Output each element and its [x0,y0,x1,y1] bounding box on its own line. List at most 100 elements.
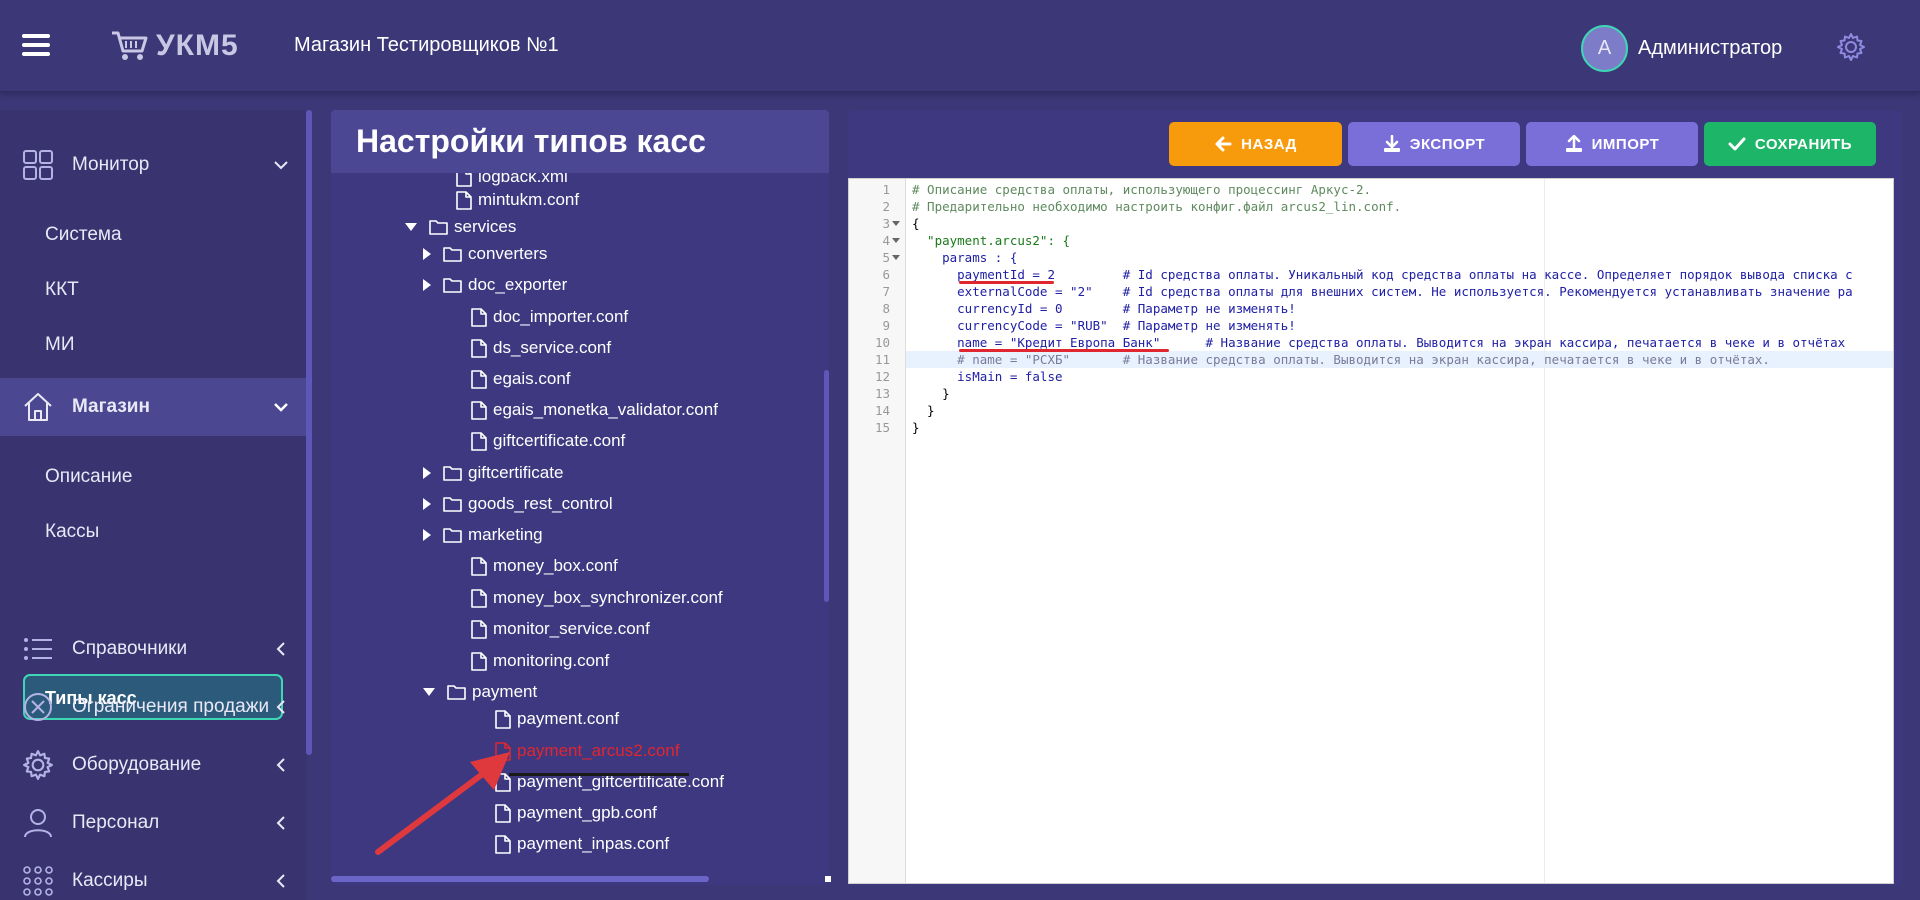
code-line: } [912,403,935,418]
fold-arrow-icon[interactable] [892,221,900,226]
folder-icon [443,247,462,262]
code-line: "payment.arcus2": { [912,233,1071,248]
tree-file[interactable]: payment.conf [495,707,619,731]
sidebar-scrollbar[interactable] [306,110,312,755]
sidebar: Монитор Система ККТ МИ Магазин Описание … [0,110,307,900]
person-icon [24,809,52,838]
tree-folder[interactable]: services [405,215,516,239]
expand-triangle-icon[interactable] [423,279,431,291]
tree-file[interactable]: money_box.conf [471,554,618,578]
code-line: # Описание средства оплаты, использующег… [912,182,1372,197]
tree-node-label: mintukm.conf [478,190,580,209]
tree-folder[interactable]: converters [423,242,547,266]
save-button-label: СОХРАНИТЬ [1754,135,1853,153]
sidebar-item-directories[interactable]: Справочники [0,620,307,678]
tree-node-label: doc_importer.conf [493,307,629,326]
fold-arrow-icon[interactable] [892,255,900,260]
folder-icon [443,497,462,512]
export-button[interactable]: ЭКСПОРТ [1348,122,1520,166]
file-icon [471,651,487,671]
save-button[interactable]: СОХРАНИТЬ [1704,122,1876,166]
tree-node-label: monitor_service.conf [493,619,650,638]
sidebar-item-label: Монитор [72,154,150,175]
menu-burger-icon[interactable] [22,34,50,56]
chevron-down-icon [274,403,288,412]
sidebar-item-store[interactable]: Магазин [0,378,307,436]
back-button[interactable]: НАЗАД [1169,122,1342,166]
tree-vertical-scrollbar[interactable] [824,370,829,602]
tree-file[interactable]: egais_monetka_validator.conf [471,398,718,422]
sidebar-item-monitor[interactable]: Монитор [0,136,307,194]
sidebar-item-sale-restrictions[interactable]: Ограничения продажи [0,678,307,736]
sidebar-subitem-system[interactable]: Система [45,224,122,246]
tree-node-label: payment_gpb.conf [517,803,657,822]
expand-triangle-icon[interactable] [423,248,431,260]
tree-horizontal-scrollbar[interactable] [331,876,709,882]
tree-folder[interactable]: doc_exporter [423,273,567,297]
sidebar-item-staff[interactable]: Персонал [0,794,307,852]
tree-file[interactable]: payment_arcus2.conf [495,739,680,763]
chevron-left-icon [276,758,285,772]
tree-header: Настройки типов касс [331,110,829,173]
expand-triangle-icon[interactable] [423,529,431,541]
line-number: 7 [882,284,890,299]
tree-folder[interactable]: payment [423,680,537,704]
tree-file[interactable]: giftcertificate.conf [471,429,625,453]
tree-node-label: payment_arcus2.conf [517,741,680,760]
line-number: 3 [882,216,890,231]
tree-file[interactable]: money_box_synchronizer.conf [471,586,723,610]
export-button-label: ЭКСПОРТ [1409,135,1486,153]
chevron-left-icon [276,816,285,830]
sidebar-subitem-registers[interactable]: Кассы [45,521,99,543]
store-name[interactable]: Магазин Тестировщиков №1 [294,34,559,57]
user-name[interactable]: Администратор [1638,37,1782,60]
cart-icon [112,31,148,60]
tree-file[interactable]: monitoring.conf [471,649,609,673]
tree-folder[interactable]: goods_rest_control [423,492,613,516]
code-line: # Предарительно необходимо настроить кон… [912,199,1402,214]
settings-gear-icon[interactable] [1836,32,1866,62]
tree-file[interactable]: ds_service.conf [471,336,611,360]
tree-file[interactable]: doc_importer.conf [471,305,628,329]
line-number: 8 [882,301,890,316]
tree-file[interactable]: payment_inpas.conf [495,832,669,856]
code-editor[interactable]: 1 2 3 4 5 6 7 8 9 10 11 12 13 14 15 # Описание средств… [848,178,1894,884]
fold-arrow-icon[interactable] [892,238,900,243]
collapse-triangle-icon[interactable] [423,688,435,696]
tree-file[interactable]: logback.xml [456,173,568,189]
line-number-gutter: 1 2 3 4 5 6 7 8 9 10 11 12 13 14 15 [849,179,906,883]
import-button[interactable]: ИМПОРТ [1526,122,1698,166]
tree-file[interactable]: egais.conf [471,367,571,391]
circle-x-icon [24,693,52,721]
line-number: 10 [874,335,890,350]
tree-file[interactable]: mintukm.conf [456,188,579,212]
app-logo[interactable]: УКМ5 [110,28,239,64]
tree-file[interactable]: monitor_service.conf [471,617,650,641]
tree-node-label: payment.conf [517,709,620,728]
avatar[interactable]: А [1581,25,1628,72]
upload-icon [1565,135,1582,152]
sidebar-subitem-mi[interactable]: МИ [45,334,74,356]
tree-node-label: services [454,217,517,236]
tree-folder[interactable]: giftcertificate [423,461,563,485]
expand-triangle-icon[interactable] [423,498,431,510]
sidebar-item-cashiers[interactable]: Кассиры [0,852,307,900]
sidebar-subitem-kkt[interactable]: ККТ [45,279,79,301]
code-line: currencyId = 0 # Параметр не изменять! [912,301,1296,316]
expand-triangle-icon[interactable] [423,467,431,479]
file-icon [471,369,487,389]
tree-node-label: payment [472,682,538,701]
file-icon [456,190,472,210]
line-number: 11 [874,352,890,367]
folder-open-icon [447,685,466,700]
chevron-left-icon [276,874,285,888]
sidebar-subitem-description[interactable]: Описание [45,466,132,488]
selected-file-underline [509,773,689,776]
collapse-triangle-icon[interactable] [405,223,417,231]
tree-node-label: logback.xml [478,173,568,186]
gear-icon [23,750,53,780]
sidebar-item-equipment[interactable]: Оборудование [0,736,307,794]
tree-node-label: money_box_synchronizer.conf [493,588,723,607]
tree-folder[interactable]: marketing [423,523,543,547]
scrollbar-corner [825,876,831,882]
